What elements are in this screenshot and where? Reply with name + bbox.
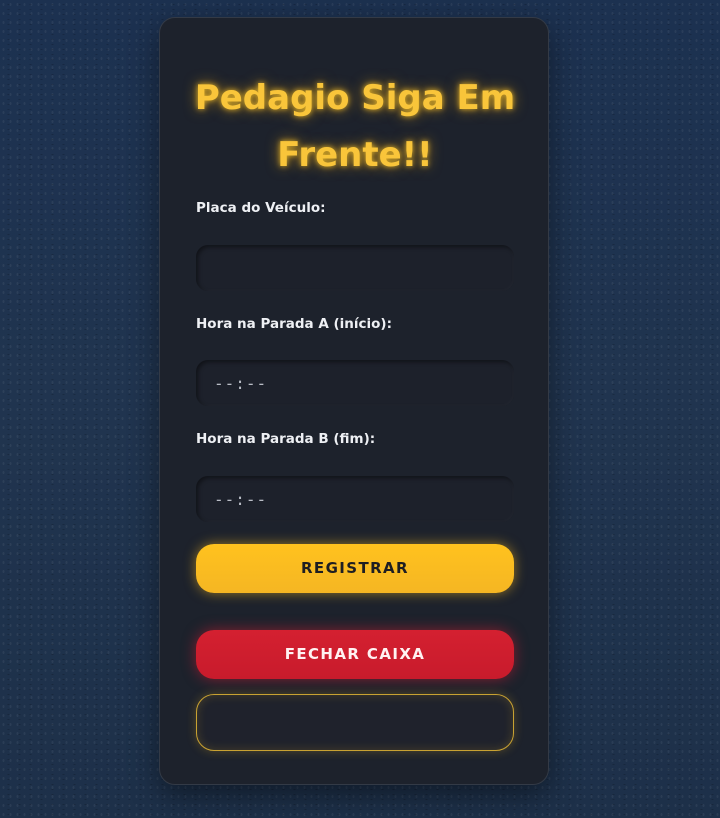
stop-b-time-input[interactable]: --:-- xyxy=(196,476,514,522)
plate-input[interactable] xyxy=(196,245,514,291)
stop-b-label: Hora na Parada B (fim): xyxy=(196,431,376,447)
stop-a-time-input[interactable]: --:-- xyxy=(196,360,514,406)
result-box xyxy=(196,694,514,751)
stop-a-label: Hora na Parada A (início): xyxy=(196,316,393,332)
close-register-button[interactable]: FECHAR CAIXA xyxy=(196,630,514,679)
register-button[interactable]: REGISTRAR xyxy=(196,544,514,593)
toll-card: Pedagio Siga Em Frente!! Placa do Veícul… xyxy=(159,17,549,785)
page-title: Pedagio Siga Em Frente!! xyxy=(194,78,516,175)
plate-label: Placa do Veículo: xyxy=(196,200,326,216)
stop-b-time-value: --:-- xyxy=(214,489,268,509)
stop-a-time-value: --:-- xyxy=(214,373,268,393)
